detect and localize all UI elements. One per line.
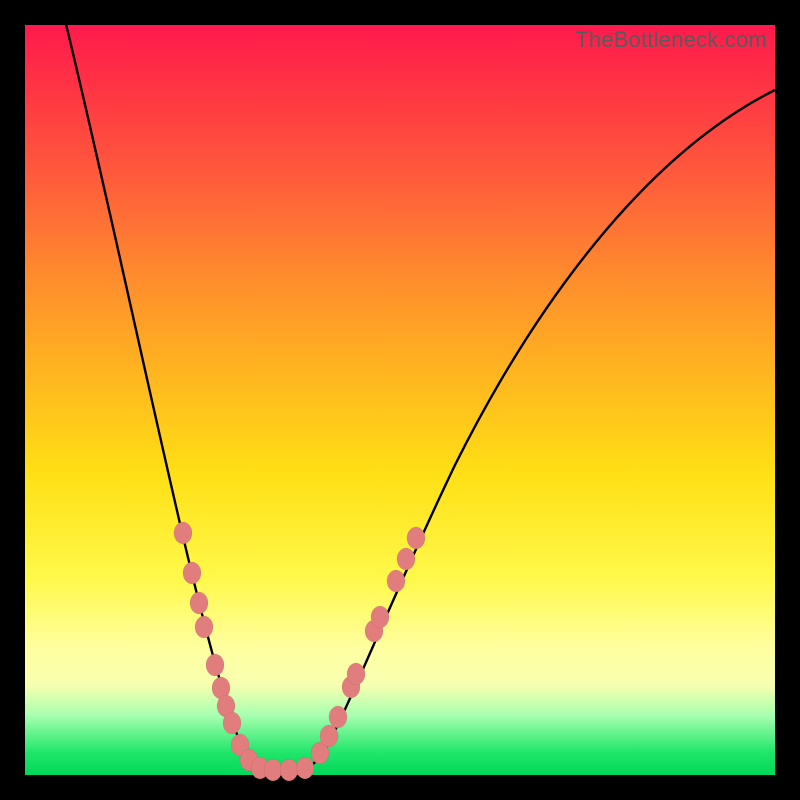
data-marker (320, 725, 338, 747)
data-marker (264, 759, 282, 781)
data-marker (195, 616, 213, 638)
data-marker (387, 570, 405, 592)
data-marker (296, 757, 314, 779)
data-marker (371, 606, 389, 628)
data-marker (183, 562, 201, 584)
data-marker (223, 712, 241, 734)
data-marker (206, 654, 224, 676)
data-marker (190, 592, 208, 614)
data-marker (347, 663, 365, 685)
chart-frame: TheBottleneck.com (25, 25, 775, 775)
data-marker (174, 522, 192, 544)
right-curve (295, 90, 775, 770)
watermark-text: TheBottleneck.com (575, 27, 767, 53)
data-marker (397, 548, 415, 570)
data-marker (407, 527, 425, 549)
chart-svg (25, 25, 775, 775)
data-marker (329, 706, 347, 728)
data-marker (280, 759, 298, 781)
left-curve (65, 20, 270, 770)
